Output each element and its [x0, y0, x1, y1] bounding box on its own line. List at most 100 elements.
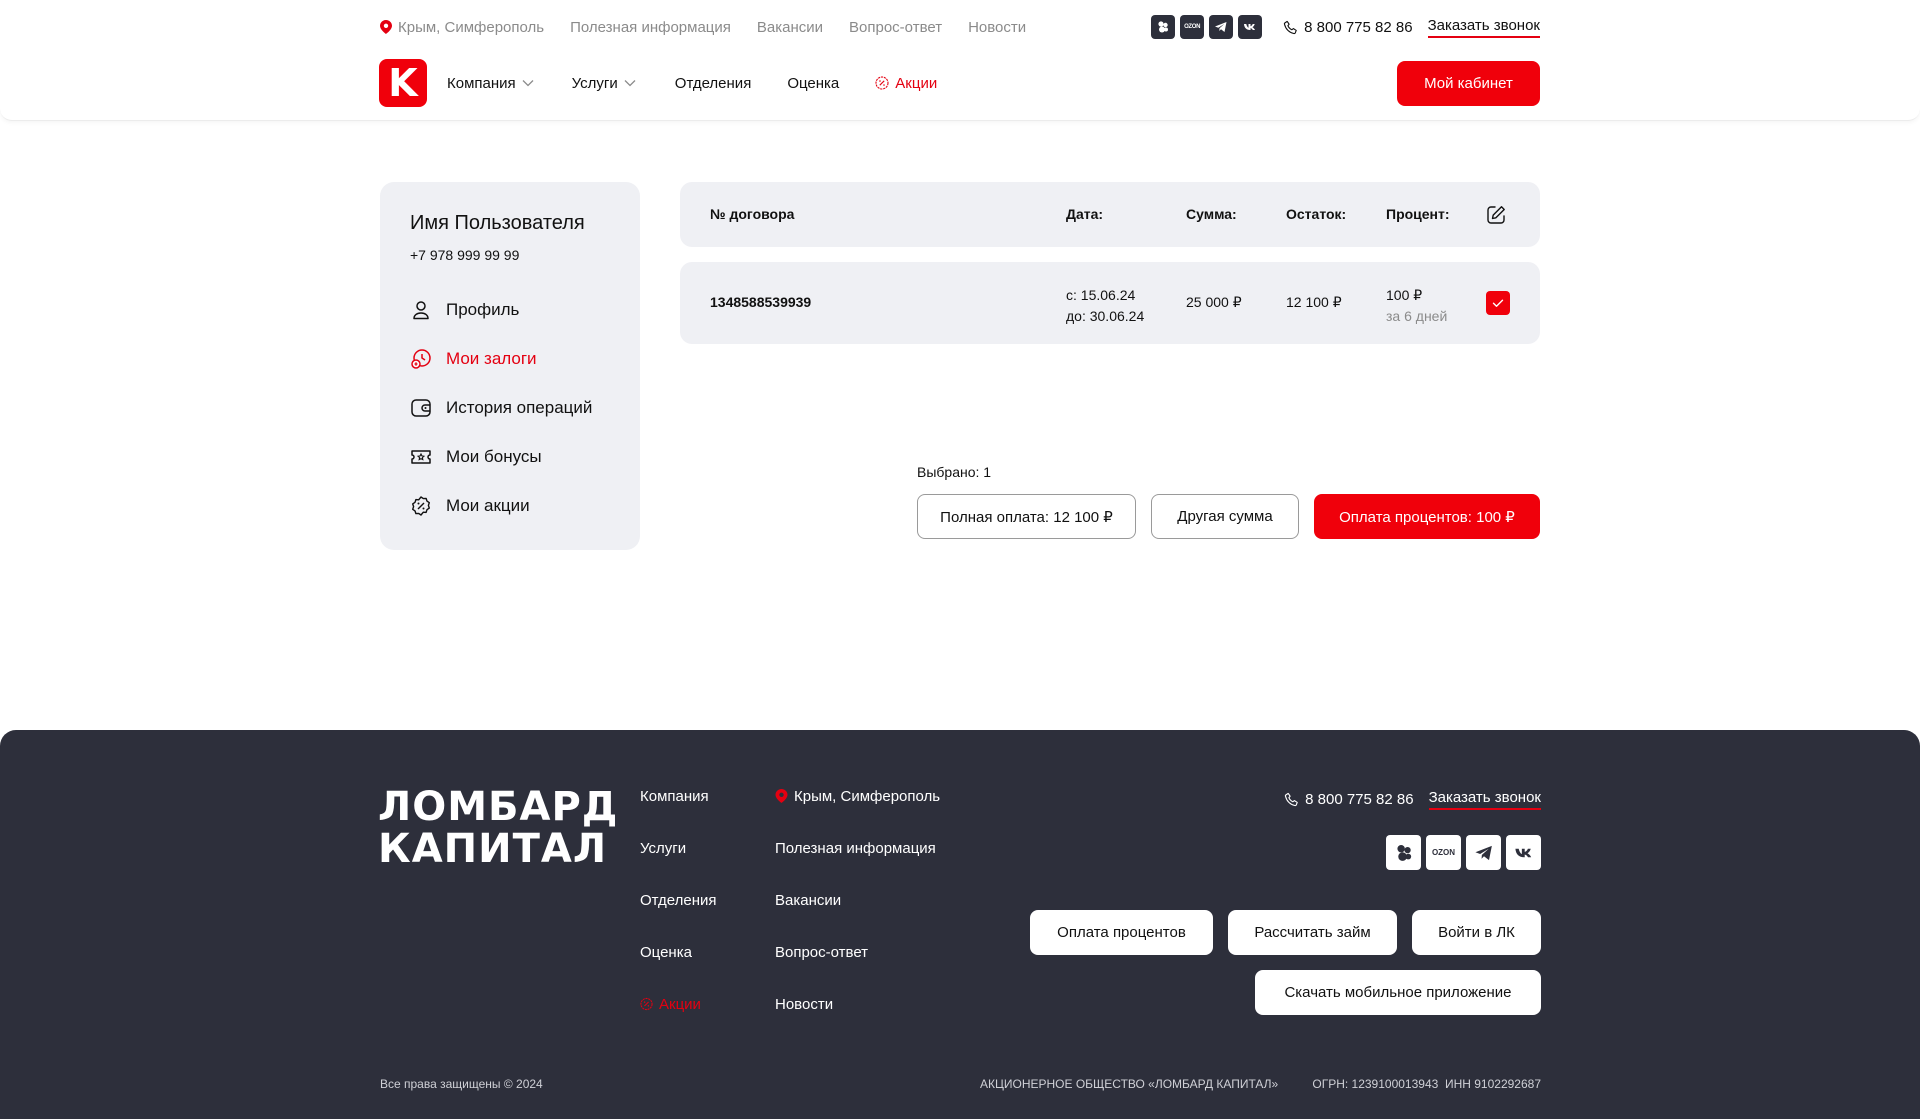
- nav-company-label: Компания: [447, 74, 516, 92]
- footer-pay-interest-button[interactable]: Оплата процентов: [1030, 910, 1213, 955]
- account-menu: Профиль Мои залоги История операций Мои …: [410, 285, 610, 530]
- edit-icon[interactable]: [1485, 204, 1507, 226]
- my-cabinet-button[interactable]: Мой кабинет: [1397, 60, 1540, 106]
- footer-link-vacancies[interactable]: Вакансии: [775, 892, 940, 944]
- contract-number: 1348588539939: [710, 294, 812, 310]
- logo-letter: K: [388, 61, 418, 105]
- bonus-ticket-icon: [411, 449, 431, 464]
- col-header-percent: Процент:: [1386, 206, 1450, 222]
- user-icon: [413, 300, 429, 319]
- vk-icon[interactable]: [1506, 835, 1541, 870]
- social-links: OZON: [1151, 15, 1263, 39]
- contract-percent: 100 ₽ за 6 дней: [1386, 285, 1447, 327]
- util-link-useful-info[interactable]: Полезная информация: [570, 19, 731, 36]
- footer-location-label: Крым, Симферополь: [794, 788, 941, 805]
- footer-nav-col-1: Компания Услуги Отделения Оценка Акции: [640, 788, 717, 1048]
- discount-badge-icon: [875, 76, 889, 90]
- chevron-down-icon: [522, 80, 534, 87]
- contract-remainder: 12 100 ₽: [1286, 294, 1342, 310]
- nav-company[interactable]: Компания: [447, 75, 534, 92]
- util-link-faq[interactable]: Вопрос-ответ: [849, 19, 942, 36]
- other-sum-button[interactable]: Другая сумма: [1151, 494, 1299, 539]
- location-label: Крым, Симферополь: [398, 18, 545, 36]
- callback-link[interactable]: Заказать звонок: [1427, 17, 1540, 38]
- telegram-icon[interactable]: [1209, 15, 1234, 39]
- account-sidebar: Имя Пользователя +7 978 999 99 99 Профил…: [380, 182, 640, 550]
- telegram-icon[interactable]: [1466, 835, 1501, 870]
- footer-contacts: 8 800 775 82 86 Заказать звонок: [1284, 789, 1541, 810]
- vk-clips-icon[interactable]: [1386, 835, 1421, 870]
- date-from: с: 15.06.24: [1066, 287, 1136, 303]
- contracts-table-header: № договора Дата: Сумма: Остаток: Процент…: [680, 182, 1540, 247]
- contract-dates: с: 15.06.24 до: 30.06.24: [1066, 285, 1144, 327]
- full-payment-button[interactable]: Полная оплата: 12 100 ₽: [917, 494, 1136, 539]
- footer-link-promos[interactable]: Акции: [640, 996, 717, 1048]
- vk-clips-icon[interactable]: [1151, 15, 1176, 39]
- footer-nav-col-2: Крым, Симферополь Полезная информация Ва…: [775, 788, 940, 1048]
- util-link-vacancies[interactable]: Вакансии: [757, 19, 823, 36]
- download-app-button[interactable]: Скачать мобильное приложение: [1255, 970, 1541, 1015]
- footer-link-valuation[interactable]: Оценка: [640, 944, 717, 996]
- site-header: Крым, Симферополь Полезная информация Ва…: [0, 0, 1920, 121]
- interest-payment-button[interactable]: Оплата процентов: 100 ₽: [1314, 494, 1540, 539]
- footer-phone[interactable]: 8 800 775 82 86: [1284, 791, 1414, 808]
- utility-bar: Крым, Симферополь Полезная информация Ва…: [380, 15, 1540, 39]
- footer-link-useful-info[interactable]: Полезная информация: [775, 840, 940, 892]
- checkmark-icon: [1492, 299, 1504, 307]
- nav-services-label: Услуги: [571, 74, 618, 92]
- sidebar-item-bonuses[interactable]: Мои бонусы: [410, 432, 610, 481]
- percent-amount: 100 ₽: [1386, 287, 1423, 303]
- header-contacts: OZON 8 800 775 82 86 Заказать звонок: [1151, 15, 1540, 39]
- footer-location[interactable]: Крым, Симферополь: [775, 788, 940, 840]
- col-header-date: Дата:: [1066, 206, 1104, 222]
- selected-count: Выбрано: 1: [917, 464, 992, 480]
- footer-link-branches[interactable]: Отделения: [640, 892, 717, 944]
- col-header-remainder: Остаток:: [1286, 206, 1347, 222]
- main-nav: K Компания Услуги Отделения Оценка Акции…: [379, 58, 1540, 108]
- nav-branches[interactable]: Отделения: [675, 75, 752, 92]
- user-phone: +7 978 999 99 99: [410, 247, 520, 263]
- footer-brand[interactable]: ЛОМБАРД КАПИТАЛ: [378, 786, 618, 870]
- sidebar-item-history[interactable]: История операций: [410, 383, 610, 432]
- footer-link-services[interactable]: Услуги: [640, 840, 717, 892]
- footer-link-faq[interactable]: Вопрос-ответ: [775, 944, 940, 996]
- sidebar-item-pledges[interactable]: Мои залоги: [410, 334, 610, 383]
- col-header-contract: № договора: [710, 206, 795, 222]
- footer-link-news[interactable]: Новости: [775, 996, 940, 1048]
- pledge-icon: [411, 348, 431, 369]
- ozon-icon[interactable]: OZON: [1180, 15, 1205, 39]
- company-legal-name: АКЦИОНЕРНОЕ ОБЩЕСТВО «ЛОМБАРД КАПИТАЛ»: [980, 1077, 1279, 1091]
- sidebar-item-profile[interactable]: Профиль: [410, 285, 610, 334]
- brand-line-2: КАПИТАЛ: [378, 826, 608, 872]
- nav-promos[interactable]: Акции: [875, 75, 937, 92]
- table-row[interactable]: 1348588539939 с: 15.06.24 до: 30.06.24 2…: [680, 262, 1540, 344]
- payment-actions: Полная оплата: 12 100 ₽ Другая сумма Опл…: [917, 494, 1540, 539]
- nav-services[interactable]: Услуги: [572, 75, 636, 92]
- phone-icon: [1284, 20, 1297, 34]
- brand-line-1: ЛОМБАРД: [378, 784, 619, 830]
- wallet-icon: [411, 398, 431, 417]
- sidebar-item-label: История операций: [446, 397, 593, 417]
- vk-icon[interactable]: [1238, 15, 1263, 39]
- row-checkbox[interactable]: [1486, 291, 1510, 315]
- util-link-news[interactable]: Новости: [968, 19, 1026, 36]
- footer-actions: Оплата процентов Рассчитать займ Войти в…: [1030, 910, 1541, 955]
- footer-login-button[interactable]: Войти в ЛК: [1412, 910, 1541, 955]
- location-pin-icon: [775, 789, 788, 803]
- sidebar-item-promos[interactable]: Мои акции: [410, 481, 610, 530]
- location-selector[interactable]: Крым, Симферополь: [380, 19, 544, 36]
- footer-callback-link[interactable]: Заказать звонок: [1428, 789, 1541, 810]
- phone-icon: [1285, 792, 1298, 807]
- col-header-sum: Сумма:: [1186, 206, 1237, 222]
- sidebar-item-label: Профиль: [446, 299, 520, 319]
- phone-number: 8 800 775 82 86: [1304, 18, 1413, 36]
- footer-calc-loan-button[interactable]: Рассчитать займ: [1228, 910, 1397, 955]
- nav-valuation[interactable]: Оценка: [787, 75, 839, 92]
- header-phone[interactable]: 8 800 775 82 86: [1283, 18, 1413, 36]
- user-name: Имя Пользователя: [410, 212, 585, 234]
- footer-phone-number: 8 800 775 82 86: [1305, 791, 1414, 808]
- logo[interactable]: K: [379, 59, 427, 107]
- company-registration: ОГРН: 1239100013943 ИНН 9102292687: [1312, 1077, 1541, 1091]
- footer-link-company[interactable]: Компания: [640, 788, 717, 840]
- ozon-icon[interactable]: OZON: [1426, 835, 1461, 870]
